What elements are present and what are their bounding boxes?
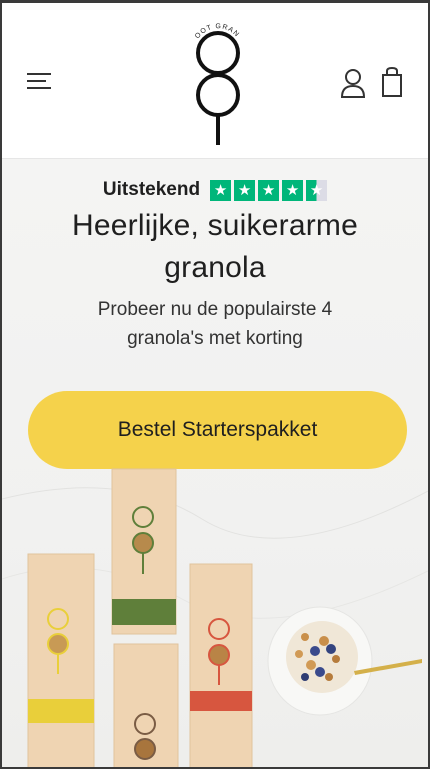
granola-bowl [267, 606, 422, 716]
rating-label: Uitstekend [102, 179, 201, 200]
star-icon: ★ [258, 179, 280, 201]
menu-line [27, 73, 51, 75]
trustpilot-rating[interactable]: Uitstekend ★ ★ ★ ★ ★ [2, 179, 428, 201]
hamburger-menu-button[interactable] [24, 69, 54, 95]
hero-headline: Heerlijke, suikerarme granola [2, 205, 428, 289]
subline-line-2: granola's met korting [127, 328, 303, 349]
granola-bag-red [189, 563, 253, 767]
oot-granola-logo[interactable]: OOT GRANOLA [178, 15, 258, 150]
rating-stars: ★ ★ ★ ★ ★ [210, 179, 328, 201]
hero-section: Uitstekend ★ ★ ★ ★ ★ Heerlijke, suikerar… [2, 159, 428, 767]
granola-bag-yellow [27, 553, 95, 767]
star-icon: ★ [282, 179, 304, 201]
headline-line-1: Heerlijke, suikerarme [72, 209, 358, 242]
order-starter-pack-button[interactable]: Bestel Starterspakket [28, 391, 407, 469]
cart-button[interactable] [377, 65, 407, 99]
headline-line-2: granola [164, 251, 266, 284]
star-icon: ★ [234, 179, 256, 201]
menu-line [27, 87, 51, 89]
star-icon: ★ [210, 179, 232, 201]
app-frame: OOT GRANOLA Uitstekend ★ ★ ★ [0, 0, 430, 769]
shopping-bag-icon [382, 66, 402, 97]
hero-subline: Probeer nu de populairste 4 granola's me… [2, 295, 428, 353]
product-photo [2, 468, 428, 767]
granola-bag-brown [113, 643, 179, 767]
granola-bag-green [111, 468, 177, 635]
user-icon [340, 69, 366, 98]
half-star-icon: ★ [306, 179, 328, 201]
menu-line [27, 80, 46, 82]
subline-line-1: Probeer nu de populairste 4 [97, 299, 333, 320]
account-button[interactable] [338, 67, 368, 99]
site-header: OOT GRANOLA [2, 3, 428, 159]
